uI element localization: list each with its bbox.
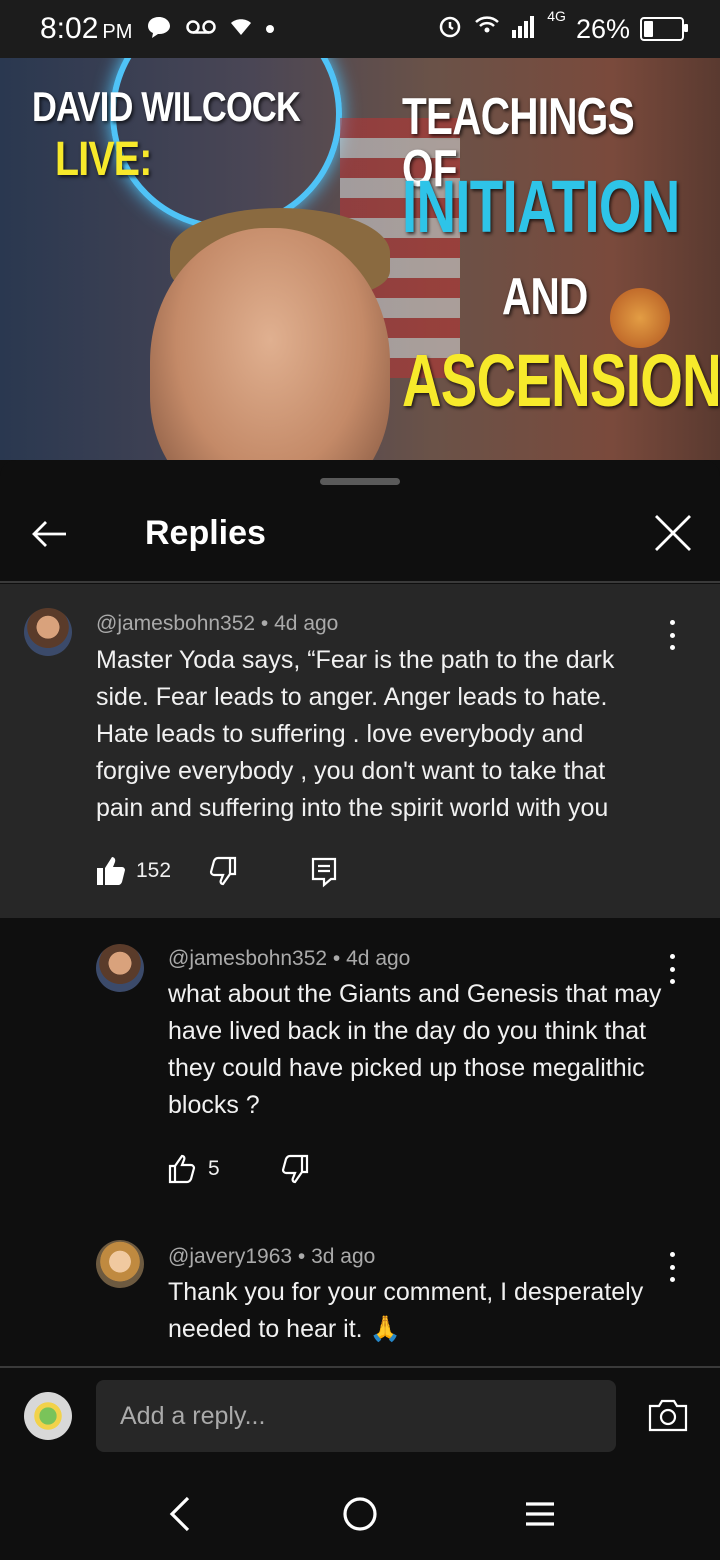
reply-input[interactable]: Add a reply...	[96, 1380, 616, 1452]
video-title-live: LIVE:	[55, 133, 152, 186]
voicemail-icon	[186, 19, 217, 40]
reply-text: what about the Giants and Genesis that m…	[168, 980, 662, 1119]
more-options-button[interactable]	[667, 620, 677, 650]
network-type: 4G	[547, 7, 566, 24]
wifi-icon	[473, 12, 501, 47]
reply-age: 3d ago	[311, 1245, 376, 1268]
notification-dot-icon	[266, 20, 275, 38]
reply-button[interactable]	[310, 856, 338, 888]
close-icon	[655, 515, 691, 551]
camera-button[interactable]	[648, 1398, 688, 1432]
video-player[interactable]: DAVID WILCOCK LIVE: TEACHINGS OF INITIAT…	[0, 58, 720, 460]
comment-meta: @jamesbohn352 • 4d ago	[96, 612, 339, 635]
avatar[interactable]	[96, 1240, 144, 1288]
battery-icon	[640, 17, 688, 41]
battery-percent: 26%	[575, 13, 630, 44]
close-button[interactable]	[650, 510, 696, 556]
comment-age: 4d ago	[274, 612, 339, 635]
comment-icon	[311, 857, 337, 888]
parent-comment: @jamesbohn352 • 4d ago Master Yoda says,…	[0, 584, 720, 918]
replies-header: Replies	[0, 500, 720, 582]
message-bubble-icon	[146, 15, 172, 44]
reply-meta: @jamesbohn352 • 4d ago	[168, 947, 411, 970]
header-divider	[0, 581, 720, 583]
alarm-icon	[437, 13, 463, 46]
dislike-button[interactable]	[280, 1154, 310, 1184]
reply-meta: @javery1963 • 3d ago	[168, 1245, 376, 1268]
wifi-off-icon	[230, 17, 252, 42]
my-avatar	[24, 1392, 72, 1440]
reply-bar: Add a reply...	[0, 1368, 720, 1466]
dislike-button[interactable]	[208, 856, 238, 886]
thumbs-down-icon	[209, 856, 237, 886]
reply-author[interactable]: @javery1963	[168, 1245, 292, 1268]
thumbs-up-icon	[168, 1154, 196, 1184]
status-bar: 8:02 PM 4G 26%	[0, 0, 720, 58]
more-options-button[interactable]	[667, 954, 677, 984]
reply-text: Thank you for your comment, I desperatel…	[168, 1278, 644, 1343]
menu-lines-icon	[526, 1502, 554, 1526]
camera-icon	[648, 1399, 688, 1432]
video-title-name: DAVID WILCOCK	[32, 83, 301, 130]
video-title-line2: INITIATION	[402, 165, 680, 248]
avatar[interactable]	[24, 608, 72, 656]
back-button[interactable]	[28, 512, 72, 556]
panel-title: Replies	[145, 514, 266, 552]
more-options-button[interactable]	[667, 1252, 677, 1282]
status-time: 8:02 PM	[40, 12, 133, 45]
thumbs-up-filled-icon	[97, 857, 125, 885]
nav-recents-button[interactable]	[516, 1490, 564, 1538]
back-arrow-icon	[32, 521, 66, 547]
thumbs-down-icon	[281, 1154, 309, 1184]
drag-handle[interactable]	[320, 478, 400, 485]
nav-home-button[interactable]	[336, 1490, 384, 1538]
reply-author[interactable]: @jamesbohn352	[168, 947, 327, 970]
chevron-left-icon	[169, 1496, 190, 1532]
system-nav-bar	[0, 1466, 720, 1560]
signal-icon	[511, 14, 537, 45]
like-button[interactable]: 152	[96, 856, 171, 886]
like-count: 5	[208, 1157, 220, 1180]
comment-author[interactable]: @jamesbohn352	[96, 612, 255, 635]
like-button[interactable]: 5	[168, 1154, 220, 1184]
video-title-line3: AND	[502, 268, 588, 326]
reply-age: 4d ago	[346, 947, 411, 970]
avatar[interactable]	[96, 944, 144, 992]
home-circle-icon	[343, 1497, 377, 1531]
comment-text: Master Yoda says, “Fear is the path to t…	[96, 646, 615, 822]
video-title-line4: ASCENSION	[402, 339, 720, 422]
nav-back-button[interactable]	[156, 1490, 204, 1538]
like-count: 152	[136, 859, 172, 882]
